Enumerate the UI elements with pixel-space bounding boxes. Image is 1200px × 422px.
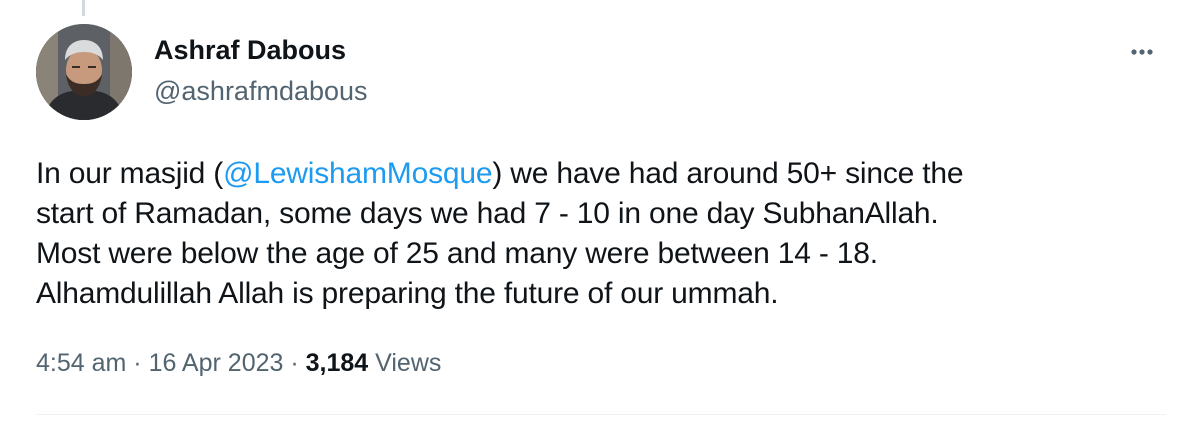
divider xyxy=(36,414,1166,415)
author-handle[interactable]: @ashrafmdabous xyxy=(154,74,368,108)
more-options-button[interactable] xyxy=(1120,34,1164,70)
tweet-text-line: Alhamdulillah Allah is preparing the fut… xyxy=(36,277,779,310)
avatar[interactable] xyxy=(36,24,132,120)
tweet-text: In our masjid (@LewishamMosque) we have … xyxy=(36,154,1166,314)
profile-photo-icon xyxy=(36,24,132,120)
mention-link[interactable]: @LewishamMosque xyxy=(223,157,492,190)
meta-separator: · xyxy=(283,349,306,377)
tweet-text-segment: In our masjid ( xyxy=(36,157,224,190)
tweet-text-line: In our masjid (@LewishamMosque) we have … xyxy=(36,154,1166,194)
views-label: Views xyxy=(368,349,442,377)
meta-separator: · xyxy=(126,349,149,377)
author-display-name[interactable]: Ashraf Dabous xyxy=(154,33,346,67)
thread-connector-line xyxy=(82,0,85,16)
tweet-date-link[interactable]: 16 Apr 2023 xyxy=(149,349,284,377)
views-count[interactable]: 3,184 xyxy=(306,349,369,377)
tweet-time-link[interactable]: 4:54 am xyxy=(36,349,126,377)
tweet-text-line: Most were below the age of 25 and many w… xyxy=(36,237,878,270)
tweet-metadata: 4:54 am · 16 Apr 2023 · 3,184 Views xyxy=(36,346,441,380)
tweet-text-segment: ) we have had around 50+ since the xyxy=(492,157,964,190)
more-horizontal-icon xyxy=(1131,49,1153,55)
tweet-text-line: start of Ramadan, some days we had 7 - 1… xyxy=(36,197,939,230)
